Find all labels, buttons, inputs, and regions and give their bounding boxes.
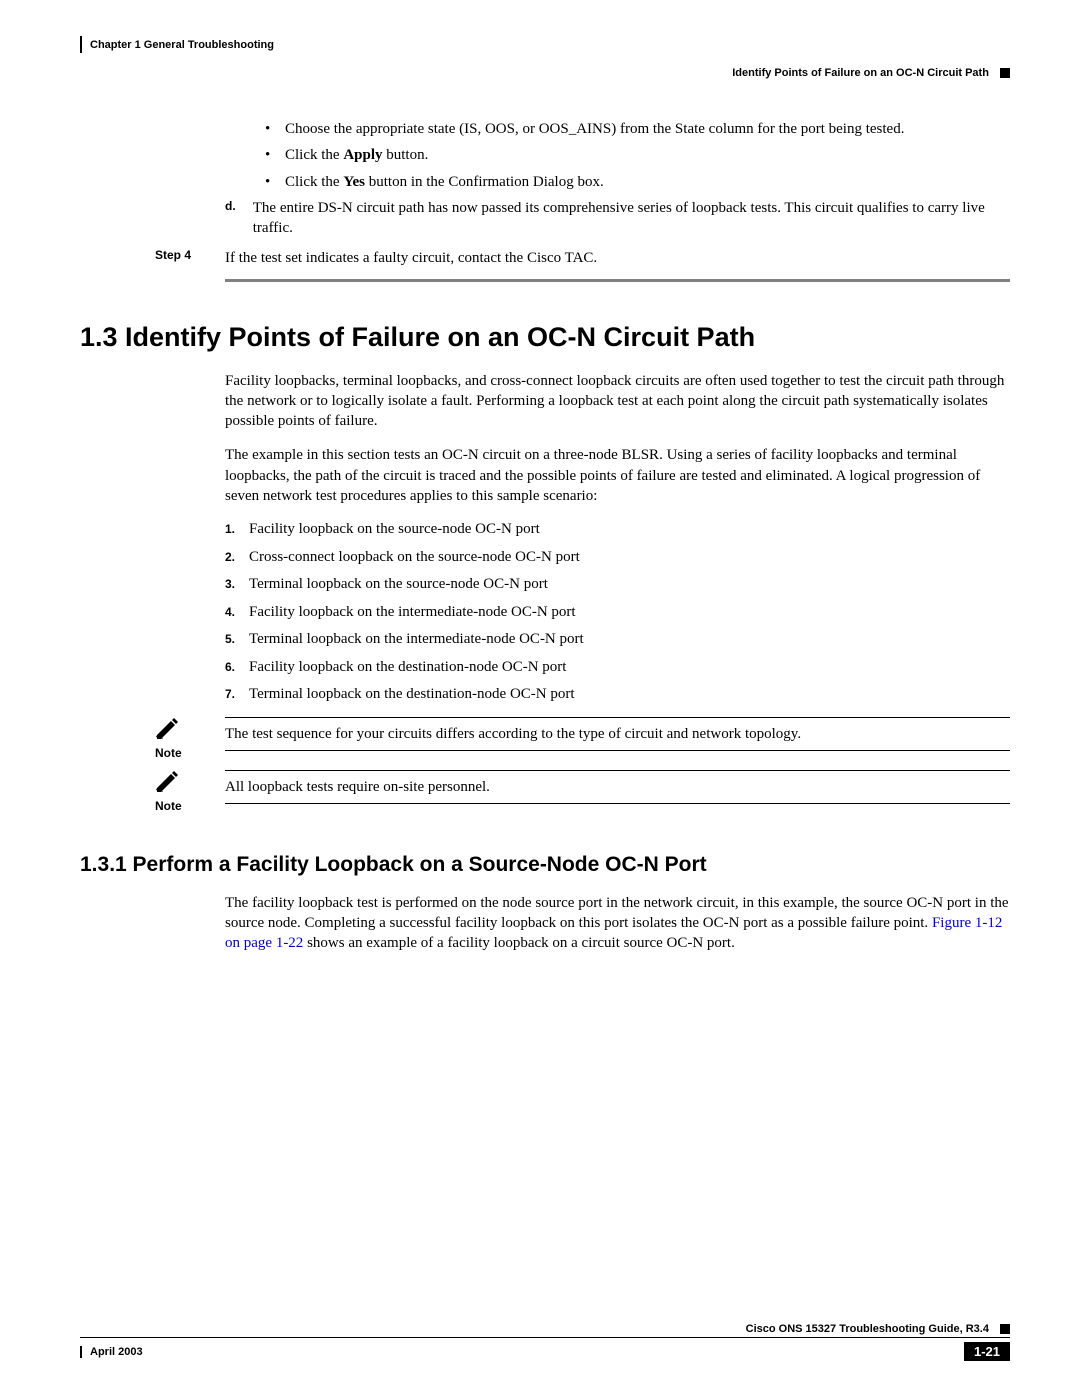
list-item: Choose the appropriate state (IS, OOS, o… bbox=[265, 119, 1010, 139]
breadcrumb-text: Identify Points of Failure on an OC-N Ci… bbox=[732, 67, 989, 79]
pencil-icon bbox=[155, 717, 181, 739]
list-item: 5. Terminal loopback on the intermediate-… bbox=[225, 630, 1010, 650]
text: button in the Confirmation Dialog box. bbox=[365, 174, 604, 190]
step-text: If the test set indicates a faulty circu… bbox=[225, 248, 1010, 268]
list-item: 6. Facility loopback on the destination-n… bbox=[225, 658, 1010, 678]
divider bbox=[225, 279, 1010, 282]
note-body: All loopback tests require on-site perso… bbox=[225, 770, 1010, 804]
guide-title: Cisco ONS 15327 Troubleshooting Guide, R… bbox=[746, 1323, 989, 1335]
list-item: 2. Cross-connect loopback on the source-n… bbox=[225, 548, 1010, 568]
text: button. bbox=[383, 147, 429, 163]
text: Cross-connect loopback on the source-nod… bbox=[249, 549, 580, 565]
text: Facility loopback on the destination-nod… bbox=[249, 659, 566, 675]
section-heading: 1.3 Identify Points of Failure on an OC-… bbox=[80, 322, 1010, 353]
text: Click the bbox=[285, 147, 343, 163]
number: 3. bbox=[225, 577, 235, 593]
marker: d. bbox=[225, 198, 249, 214]
note-icon-col: Note bbox=[155, 717, 225, 760]
number: 2. bbox=[225, 550, 235, 566]
list-item: 3. Terminal loopback on the source-node O… bbox=[225, 575, 1010, 595]
sub-step-d: d. The entire DS-N circuit path has now … bbox=[225, 198, 1010, 239]
paragraph: Facility loopbacks, terminal loopbacks, … bbox=[225, 371, 1010, 432]
footer-bottom: April 2003 1-21 bbox=[80, 1338, 1010, 1361]
main-content: Choose the appropriate state (IS, OOS, o… bbox=[225, 119, 1010, 953]
text: Terminal loopback on the intermediate-no… bbox=[249, 631, 584, 647]
subsection-heading: 1.3.1 Perform a Facility Loopback on a S… bbox=[80, 853, 1010, 877]
number: 4. bbox=[225, 605, 235, 621]
numbered-list: 1. Facility loopback on the source-node O… bbox=[225, 520, 1010, 705]
text: Click the bbox=[285, 174, 343, 190]
chapter-header: Chapter 1 General Troubleshooting bbox=[80, 36, 1010, 53]
text: Facility loopback on the intermediate-no… bbox=[249, 604, 576, 620]
list-item: Click the Apply button. bbox=[265, 145, 1010, 165]
text: Choose the appropriate state (IS, OOS, o… bbox=[285, 121, 904, 137]
number: 6. bbox=[225, 660, 235, 676]
list-item: 1. Facility loopback on the source-node O… bbox=[225, 520, 1010, 540]
bold-text: Apply bbox=[343, 147, 382, 163]
paragraph: The example in this section tests an OC-… bbox=[225, 445, 1010, 506]
text: The facility loopback test is performed … bbox=[225, 895, 1009, 931]
list-item: 4. Facility loopback on the intermediate-… bbox=[225, 603, 1010, 623]
step-label: Step 4 bbox=[155, 248, 225, 268]
pencil-icon bbox=[155, 770, 181, 792]
square-icon bbox=[1000, 68, 1010, 78]
breadcrumb: Identify Points of Failure on an OC-N Ci… bbox=[80, 67, 1010, 79]
paragraph: The facility loopback test is performed … bbox=[225, 893, 1010, 954]
note-block: Note The test sequence for your circuits… bbox=[155, 717, 1010, 760]
note-block: Note All loopback tests require on-site … bbox=[155, 770, 1010, 813]
text: The entire DS-N circuit path has now pas… bbox=[253, 198, 1008, 239]
list-item: Click the Yes button in the Confirmation… bbox=[265, 172, 1010, 192]
text: shows an example of a facility loopback … bbox=[303, 935, 735, 951]
page-number: 1-21 bbox=[964, 1342, 1010, 1361]
page: Chapter 1 General Troubleshooting Identi… bbox=[0, 0, 1080, 1397]
list-item: 7. Terminal loopback on the destination-n… bbox=[225, 685, 1010, 705]
text: Terminal loopback on the destination-nod… bbox=[249, 686, 575, 702]
footer-date: April 2003 bbox=[80, 1346, 143, 1358]
number: 7. bbox=[225, 687, 235, 703]
footer-top: Cisco ONS 15327 Troubleshooting Guide, R… bbox=[80, 1323, 1010, 1338]
bold-text: Yes bbox=[343, 174, 365, 190]
bullet-list: Choose the appropriate state (IS, OOS, o… bbox=[265, 119, 1010, 192]
note-label: Note bbox=[155, 746, 225, 760]
note-icon-col: Note bbox=[155, 770, 225, 813]
note-body: The test sequence for your circuits diff… bbox=[225, 717, 1010, 751]
text: Facility loopback on the source-node OC-… bbox=[249, 521, 540, 537]
number: 5. bbox=[225, 632, 235, 648]
note-label: Note bbox=[155, 799, 225, 813]
step-4-row: Step 4 If the test set indicates a fault… bbox=[155, 248, 1010, 268]
square-icon bbox=[1000, 1324, 1010, 1334]
footer: Cisco ONS 15327 Troubleshooting Guide, R… bbox=[80, 1323, 1010, 1361]
text: Terminal loopback on the source-node OC-… bbox=[249, 576, 548, 592]
chapter-label: Chapter 1 General Troubleshooting bbox=[90, 39, 274, 51]
number: 1. bbox=[225, 522, 235, 538]
